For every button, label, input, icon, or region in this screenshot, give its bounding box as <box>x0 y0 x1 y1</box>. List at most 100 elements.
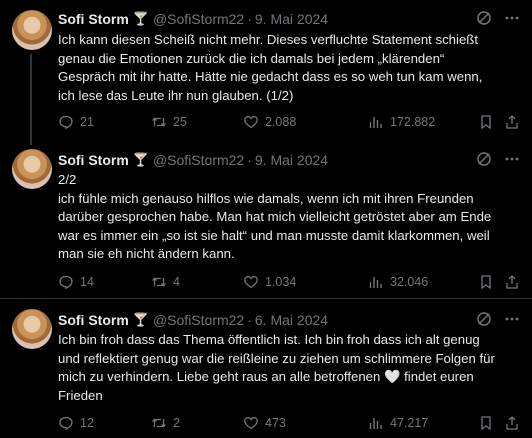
author-name[interactable]: Sofi Storm <box>58 152 129 168</box>
retweet-count: 25 <box>173 115 187 129</box>
share-button[interactable] <box>504 272 520 292</box>
separator: · <box>247 11 252 27</box>
like-button[interactable]: 1.034 <box>243 272 296 292</box>
retweet-button[interactable]: 2 <box>151 413 180 433</box>
retweet-button[interactable]: 25 <box>151 112 187 132</box>
cocktail-badge: 🍸 <box>132 312 149 327</box>
tweet-date[interactable]: 6. Mai 2024 <box>255 312 328 328</box>
author-name[interactable]: Sofi Storm <box>58 11 129 27</box>
text-line-part: mich zu verhindern. Liebe geht raus an a… <box>58 369 381 384</box>
bookmark-icon <box>481 115 491 130</box>
like-count: 2.088 <box>265 115 297 129</box>
more-icon[interactable] <box>504 10 520 28</box>
views-count: 47.217 <box>390 416 429 430</box>
action-bar: 14 4 1.034 32.046 <box>58 272 520 292</box>
like-icon <box>244 116 258 129</box>
reply-icon <box>59 275 73 290</box>
reply-count: 12 <box>80 416 94 430</box>
reply-button[interactable]: 21 <box>58 112 94 132</box>
text-line: und reflektiert genug war die reißleine … <box>58 350 495 366</box>
reply-count: 21 <box>80 115 94 129</box>
share-icon <box>506 275 518 289</box>
action-bar: 21 25 2.088 172.882 <box>58 112 520 132</box>
bookmark-button[interactable] <box>478 112 494 132</box>
author-handle[interactable]: @SofiStorm22 <box>153 312 244 328</box>
views-button[interactable]: 172.882 <box>368 112 435 132</box>
views-icon <box>369 277 382 288</box>
text-line: war es immer ein „so ist sie halt“ und m… <box>58 227 490 243</box>
tweet-date[interactable]: 9. Mai 2024 <box>255 152 328 168</box>
retweet-icon <box>152 117 166 127</box>
views-count: 32.046 <box>390 275 429 289</box>
grok-icon[interactable] <box>476 151 492 169</box>
like-count: 473 <box>265 416 286 430</box>
more-icon[interactable] <box>504 151 520 169</box>
tweet-text: 2/2 ich fühle mich genauso hilflos wie d… <box>58 171 520 264</box>
text-line: Ich bin froh dass das Thema öffentlich i… <box>58 332 480 347</box>
bookmark-button[interactable] <box>478 272 494 292</box>
separator: · <box>247 152 252 168</box>
tweet-text: Ich bin froh dass das Thema öffentlich i… <box>58 331 520 405</box>
share-button[interactable] <box>504 413 520 433</box>
bookmark-button[interactable] <box>478 413 494 433</box>
reply-icon <box>59 115 73 130</box>
text-line-part: findet euren <box>404 369 474 384</box>
views-icon <box>369 418 382 429</box>
like-button[interactable]: 2.088 <box>243 112 296 132</box>
white-heart-emoji: 🤍 <box>384 369 401 384</box>
text-line: ich lese das Leute ihr nun glauben. (1/2… <box>58 87 294 103</box>
share-button[interactable] <box>504 112 520 132</box>
tweet-text: Ich kann diesen Scheiß nicht mehr. Diese… <box>58 31 520 105</box>
tweet-header: Sofi Storm 🍸 @SofiStorm22 · 9. Mai 2024 <box>58 150 328 170</box>
share-icon <box>506 115 518 129</box>
reply-button[interactable]: 14 <box>58 272 94 292</box>
views-button[interactable]: 32.046 <box>368 272 428 292</box>
author-handle[interactable]: @SofiStorm22 <box>153 152 244 168</box>
like-icon <box>244 276 258 289</box>
retweet-icon <box>152 277 166 287</box>
tweet-date[interactable]: 9. Mai 2024 <box>255 11 328 27</box>
avatar[interactable] <box>12 149 52 189</box>
bookmark-icon <box>481 275 491 290</box>
text-line: 2/2 <box>58 172 77 187</box>
text-line: ich fühle mich genauso hilflos wie damal… <box>58 190 474 206</box>
tweet-header: Sofi Storm 🍸 @SofiStorm22 · 6. Mai 2024 <box>58 310 328 330</box>
views-button[interactable]: 47.217 <box>368 413 428 433</box>
retweet-count: 4 <box>173 275 180 289</box>
views-icon <box>369 117 382 128</box>
reply-count: 14 <box>80 275 94 289</box>
more-icon[interactable] <box>504 311 520 329</box>
text-line: Ich kann diesen Scheiß nicht mehr. Diese… <box>58 32 479 47</box>
cocktail-badge: 🍸 <box>132 11 149 26</box>
reply-icon <box>59 416 73 431</box>
action-bar: 12 2 473 47.217 <box>58 413 520 433</box>
text-line: Gespräch mit ihr hatte. Hätte nie gedach… <box>58 69 483 84</box>
author-name[interactable]: Sofi Storm <box>58 312 129 328</box>
text-line: man sie eh nicht ändern kann. <box>58 246 235 261</box>
avatar[interactable] <box>12 10 52 50</box>
retweet-count: 2 <box>173 416 180 430</box>
bookmark-icon <box>481 416 491 431</box>
tweet-header: Sofi Storm 🍸 @SofiStorm22 · 9. Mai 2024 <box>58 9 328 29</box>
text-line: mich zu verhindern. Liebe geht raus an a… <box>58 368 520 387</box>
text-line: genau die Emotionen zurück die ich damal… <box>58 50 445 66</box>
like-count: 1.034 <box>265 275 297 289</box>
grok-icon[interactable] <box>476 10 492 28</box>
author-handle[interactable]: @SofiStorm22 <box>153 11 244 27</box>
tweet-2[interactable]: Sofi Storm 🍸 @SofiStorm22 · 9. Mai 2024 … <box>0 145 532 298</box>
separator: · <box>247 312 252 328</box>
like-button[interactable]: 473 <box>243 413 286 433</box>
thread-connector <box>30 54 32 145</box>
retweet-icon <box>152 418 166 428</box>
tweet-3[interactable]: Sofi Storm 🍸 @SofiStorm22 · 6. Mai 2024 … <box>0 299 532 438</box>
retweet-button[interactable]: 4 <box>151 272 180 292</box>
tweet-1[interactable]: Sofi Storm 🍸 @SofiStorm22 · 9. Mai 2024 … <box>0 0 532 145</box>
text-line: darüber gesprochen habe. Man hat mich vi… <box>58 209 492 224</box>
reply-button[interactable]: 12 <box>58 413 94 433</box>
cocktail-badge: 🍸 <box>132 152 149 167</box>
like-icon <box>244 417 258 430</box>
avatar[interactable] <box>12 309 52 349</box>
grok-icon[interactable] <box>476 311 492 329</box>
share-icon <box>506 416 518 430</box>
text-line: Frieden <box>58 387 103 403</box>
